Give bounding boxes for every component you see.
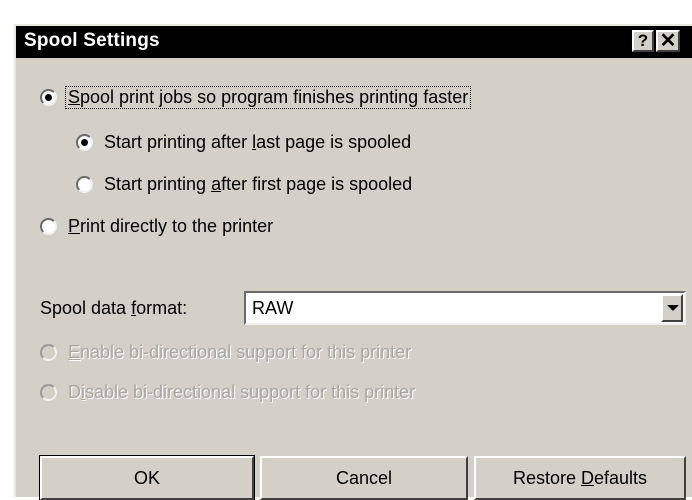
radio-button-icon[interactable] (76, 134, 93, 151)
radio-button-icon[interactable] (40, 218, 57, 235)
radio-print-directly-label: Print directly to the printer (68, 216, 274, 236)
radio-disable-bidi-label: Disable bi-directional support for this … (68, 382, 416, 402)
radio-after-first-label: Start printing after first page is spool… (104, 174, 413, 194)
dialog-title: Spool Settings (24, 30, 160, 51)
radio-print-directly[interactable]: Print directly to the printer (40, 216, 273, 237)
restore-defaults-button[interactable]: Restore Defaults (474, 456, 686, 500)
help-button[interactable]: ? (632, 30, 654, 52)
radio-after-last-label: Start printing after last page is spoole… (104, 132, 412, 152)
title-bar: Spool Settings ? ✕ (16, 26, 692, 58)
radio-enable-bidi-label: Enable bi-directional support for this p… (68, 342, 412, 362)
radio-disable-bidirectional: Disable bi-directional support for this … (40, 382, 415, 403)
spool-settings-dialog: Spool Settings ? ✕ Spool print jobs so p… (14, 24, 692, 500)
radio-enable-bidirectional: Enable bi-directional support for this p… (40, 342, 411, 363)
spool-data-format-value: RAW (252, 298, 294, 318)
radio-spool-print-jobs[interactable]: Spool print jobs so program finishes pri… (40, 86, 472, 109)
radio-button-icon (40, 344, 57, 361)
close-icon: ✕ (659, 30, 677, 52)
close-button[interactable]: ✕ (656, 30, 680, 52)
cancel-button[interactable]: Cancel (260, 456, 468, 500)
radio-start-after-first-page[interactable]: Start printing after first page is spool… (76, 174, 412, 195)
radio-spool-label: Spool print jobs so program finishes pri… (65, 86, 472, 109)
chevron-down-icon[interactable] (661, 294, 683, 322)
ok-button[interactable]: OK (39, 455, 255, 500)
radio-button-icon[interactable] (40, 89, 57, 106)
radio-button-icon[interactable] (76, 176, 93, 193)
radio-start-after-last-page[interactable]: Start printing after last page is spoole… (76, 132, 411, 153)
help-icon: ? (637, 31, 649, 50)
radio-button-icon (40, 384, 57, 401)
spool-data-format-label: Spool data format: (40, 298, 188, 318)
spool-data-format-select[interactable]: RAW (244, 291, 686, 325)
